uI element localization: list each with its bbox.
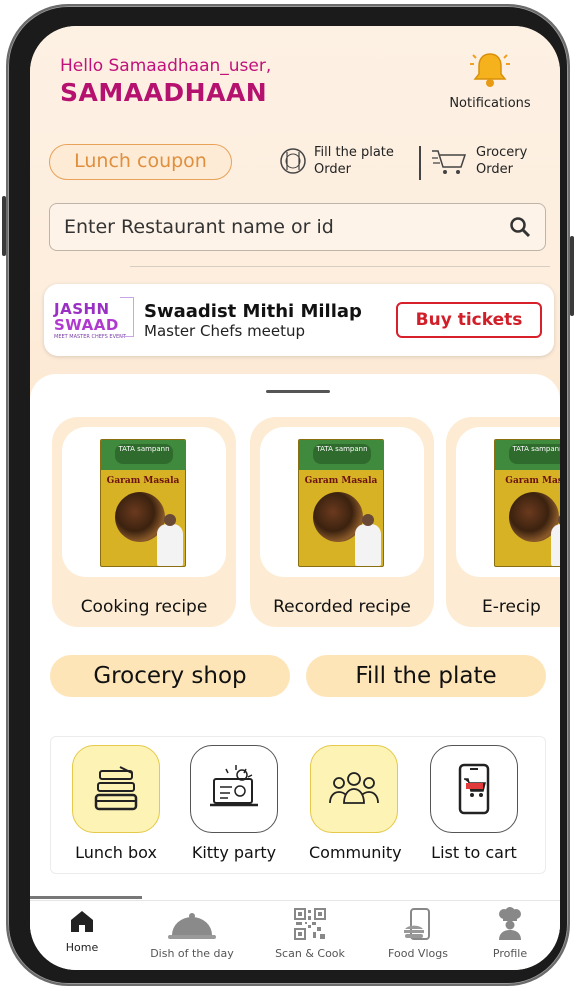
masala-pack-image: TATA sampann Garam Masala bbox=[100, 439, 186, 567]
nav-label: Scan & Cook bbox=[275, 947, 345, 960]
tile-label: Lunch box bbox=[75, 843, 157, 862]
card-label: Cooking recipe bbox=[80, 597, 208, 617]
fill-plate-order-button[interactable]: Fill the plate Order bbox=[278, 144, 394, 178]
search-bar[interactable]: Enter Restaurant name or id bbox=[49, 203, 546, 251]
notifications-button[interactable]: Notifications bbox=[440, 48, 540, 111]
card-cooking-recipe[interactable]: TATA sampann Garam Masala Cooking recipe bbox=[52, 417, 236, 627]
card-label: Recorded recipe bbox=[273, 597, 411, 617]
nav-scan-cook[interactable]: Scan & Cook bbox=[270, 907, 350, 960]
card-image: TATA sampann Garam Masala bbox=[62, 427, 226, 577]
kitty-party-icon bbox=[210, 765, 258, 807]
nav-label: Dish of the day bbox=[150, 947, 234, 960]
card-recorded-recipe[interactable]: TATA sampann Garam Masala Recorded recip… bbox=[250, 417, 434, 627]
tile-lunch-box[interactable]: Lunch box bbox=[71, 745, 161, 862]
notifications-label: Notifications bbox=[449, 96, 531, 111]
nav-label: Home bbox=[65, 941, 99, 954]
tile-label: Community bbox=[309, 843, 402, 862]
drag-handle[interactable] bbox=[266, 390, 330, 393]
fill-plate-label: Fill the plate bbox=[314, 145, 394, 160]
content-panel: TATA sampann Garam Masala Cooking recipe… bbox=[30, 374, 560, 934]
tile-community[interactable]: Community bbox=[309, 745, 402, 862]
phone-frame: Hello Samaadhaan_user, SAMAADHAAN Notifi… bbox=[2, 4, 574, 986]
qr-code-icon bbox=[294, 908, 326, 940]
grocery-shop-button[interactable]: Grocery shop bbox=[50, 655, 290, 697]
cloche-icon bbox=[168, 913, 216, 939]
banner-title: Swaadist Mithi Millap bbox=[144, 300, 362, 322]
nav-dish-of-the-day[interactable]: Dish of the day bbox=[142, 911, 242, 960]
nav-label: Profile bbox=[492, 947, 528, 960]
pack-brand: TATA sampann bbox=[509, 444, 560, 464]
fill-the-plate-button[interactable]: Fill the plate bbox=[306, 655, 546, 697]
event-banner[interactable]: JASHN SWAAD MEET MASTER CHEFS EVENT Swaa… bbox=[44, 284, 554, 356]
card-e-recipe[interactable]: TATA sampann Garam Masa E-recip bbox=[446, 417, 560, 627]
nav-home[interactable]: Home bbox=[60, 907, 104, 954]
quick-divider bbox=[419, 146, 421, 180]
buy-tickets-button[interactable]: Buy tickets bbox=[396, 302, 542, 338]
card-image: TATA sampann Garam Masala bbox=[260, 427, 424, 577]
pack-brand: TATA sampann bbox=[313, 444, 371, 464]
card-image: TATA sampann Garam Masa bbox=[456, 427, 560, 577]
card-label: E-recip bbox=[482, 597, 541, 617]
pack-name: Garam Masala bbox=[304, 476, 378, 486]
food-vlog-icon bbox=[404, 908, 430, 940]
logo-e-mark bbox=[120, 296, 134, 337]
search-icon[interactable] bbox=[509, 216, 531, 238]
pack-name: Garam Masa bbox=[505, 476, 560, 486]
scroll-indicator bbox=[30, 896, 142, 899]
bell-icon bbox=[470, 53, 510, 87]
feature-grid: Lunch box Kitty party Community List to … bbox=[50, 736, 546, 874]
banner-subtitle: Master Chefs meetup bbox=[144, 321, 306, 340]
grocery-order-button[interactable]: Grocery Order bbox=[430, 144, 527, 178]
tile-kitty-party[interactable]: Kitty party bbox=[189, 745, 279, 862]
nav-profile[interactable]: Profile bbox=[480, 907, 540, 960]
tile-label: Kitty party bbox=[191, 843, 277, 862]
search-input[interactable]: Enter Restaurant name or id bbox=[64, 216, 334, 238]
bottom-nav: Home Dish of the day Scan & Cook Food Vl… bbox=[30, 900, 560, 970]
header-divider bbox=[130, 266, 550, 267]
volume-button bbox=[2, 196, 6, 256]
home-icon bbox=[71, 911, 93, 932]
tile-label: List to cart bbox=[431, 843, 517, 862]
pack-brand: TATA sampann bbox=[115, 444, 173, 464]
grocery-order-label: Order bbox=[476, 162, 513, 177]
cart-list-icon bbox=[458, 763, 490, 815]
brand-name: SAMAADHAAN bbox=[60, 78, 268, 107]
plate-icon bbox=[280, 148, 306, 174]
app-screen: Hello Samaadhaan_user, SAMAADHAAN Notifi… bbox=[30, 26, 560, 970]
tile-list-to-cart[interactable]: List to cart bbox=[429, 745, 519, 862]
lunch-coupon-button[interactable]: Lunch coupon bbox=[49, 144, 232, 180]
pack-name: Garam Masala bbox=[106, 476, 180, 486]
cart-icon bbox=[432, 150, 467, 174]
masala-pack-image: TATA sampann Garam Masa bbox=[494, 439, 560, 567]
chef-icon bbox=[499, 907, 521, 940]
power-button bbox=[570, 236, 574, 316]
grocery-label: Grocery bbox=[476, 145, 528, 160]
community-icon bbox=[329, 772, 379, 804]
fill-plate-order-label: Order bbox=[314, 162, 351, 177]
lunch-box-icon bbox=[94, 766, 138, 811]
jashn-swaad-logo: JASHN SWAAD MEET MASTER CHEFS EVENT bbox=[44, 296, 144, 340]
nav-food-vlogs[interactable]: Food Vlogs bbox=[378, 907, 458, 960]
greeting-text: Hello Samaadhaan_user, bbox=[60, 56, 272, 76]
masala-pack-image: TATA sampann Garam Masala bbox=[298, 439, 384, 567]
nav-label: Food Vlogs bbox=[388, 947, 448, 960]
